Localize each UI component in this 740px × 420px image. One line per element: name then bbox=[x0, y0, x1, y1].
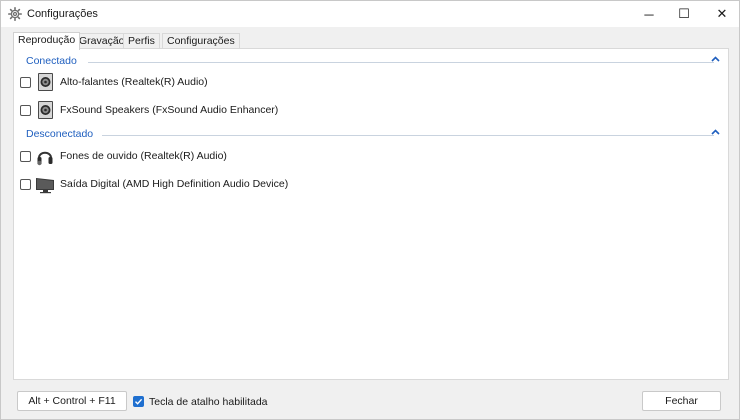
group-divider bbox=[88, 62, 714, 63]
device-checkbox[interactable] bbox=[20, 178, 31, 190]
chevron-up-icon[interactable] bbox=[711, 55, 720, 67]
group-header-disconnected[interactable]: Desconectado bbox=[26, 128, 726, 142]
device-row[interactable]: Saída Digital (AMD High Definition Audio… bbox=[20, 173, 520, 195]
hotkey-enabled-checkbox[interactable] bbox=[133, 396, 144, 407]
device-checkbox[interactable] bbox=[20, 150, 31, 162]
window-title: Configurações bbox=[27, 8, 98, 20]
settings-window: Configurações ─ ☐ ✕ Reprodução Gravação … bbox=[0, 0, 740, 420]
speaker-icon bbox=[35, 100, 55, 120]
title-bar: Configurações ─ ☐ ✕ bbox=[1, 1, 739, 27]
gear-icon bbox=[8, 7, 22, 21]
device-row[interactable]: FxSound Speakers (FxSound Audio Enhancer… bbox=[20, 99, 520, 121]
checkmark-icon bbox=[135, 398, 143, 405]
tab-gravacao[interactable]: Gravação bbox=[74, 33, 130, 49]
tab-reproducao[interactable]: Reprodução bbox=[13, 32, 81, 50]
device-checkbox[interactable] bbox=[20, 76, 31, 88]
group-divider bbox=[102, 135, 714, 136]
tab-perfis[interactable]: Perfis bbox=[123, 33, 160, 49]
device-row[interactable]: Fones de ouvido (Realtek(R) Audio) bbox=[20, 145, 520, 167]
close-button[interactable]: Fechar bbox=[642, 391, 721, 411]
device-label: FxSound Speakers (FxSound Audio Enhancer… bbox=[60, 104, 279, 116]
hotkey-enabled-label: Tecla de atalho habilitada bbox=[149, 396, 268, 408]
playback-device-list: Conectado Alto-falantes (Realtek(R) Audi… bbox=[13, 48, 729, 380]
tab-configuracoes[interactable]: Configurações bbox=[162, 33, 240, 49]
device-row[interactable]: Alto-falantes (Realtek(R) Audio) bbox=[20, 71, 520, 93]
minimize-icon: ─ bbox=[644, 6, 654, 22]
device-label: Fones de ouvido (Realtek(R) Audio) bbox=[60, 150, 227, 162]
group-label-connected: Conectado bbox=[26, 55, 81, 67]
close-window-button[interactable]: ✕ bbox=[699, 1, 740, 27]
device-label: Alto-falantes (Realtek(R) Audio) bbox=[60, 76, 208, 88]
maximize-icon: ☐ bbox=[678, 6, 690, 21]
close-icon: ✕ bbox=[716, 6, 728, 21]
group-header-connected[interactable]: Conectado bbox=[26, 55, 726, 69]
device-label: Saída Digital (AMD High Definition Audio… bbox=[60, 178, 289, 190]
headphones-icon bbox=[35, 146, 55, 166]
chevron-up-icon[interactable] bbox=[711, 128, 720, 140]
speaker-icon bbox=[35, 72, 55, 92]
hotkey-button[interactable]: Alt + Control + F11 bbox=[17, 391, 127, 411]
tab-strip: Reprodução Gravação Perfis Configurações bbox=[13, 32, 729, 50]
group-label-disconnected: Desconectado bbox=[26, 128, 98, 140]
device-checkbox[interactable] bbox=[20, 104, 31, 116]
monitor-icon bbox=[35, 174, 55, 194]
